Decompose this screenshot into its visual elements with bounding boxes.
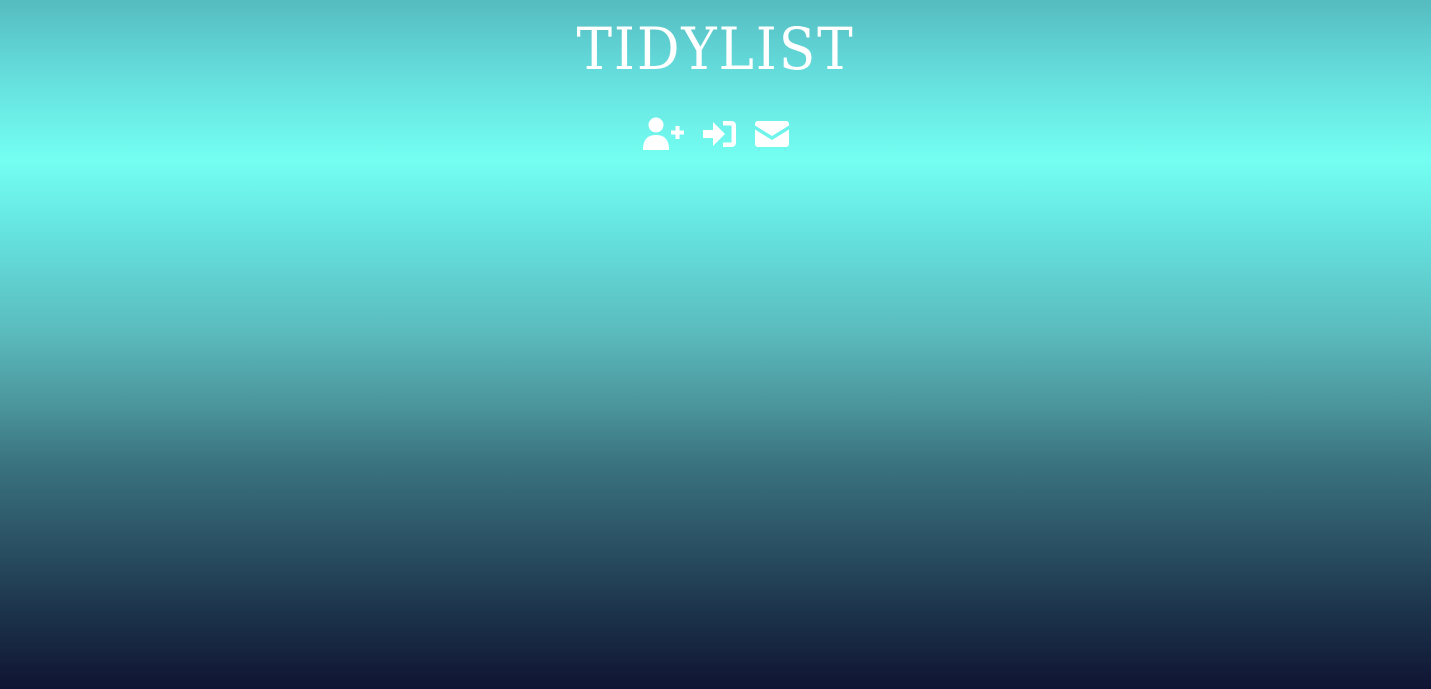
user-plus-icon: [642, 117, 684, 150]
register-button[interactable]: [642, 116, 685, 152]
header: TIDYLIST: [0, 0, 1431, 84]
nav-icon-bar: [0, 116, 1431, 152]
envelope-icon: [754, 121, 789, 147]
sign-in-icon: [702, 121, 736, 147]
app-title: TIDYLIST: [576, 15, 855, 83]
login-button[interactable]: [702, 116, 737, 152]
contact-button[interactable]: [754, 116, 789, 152]
